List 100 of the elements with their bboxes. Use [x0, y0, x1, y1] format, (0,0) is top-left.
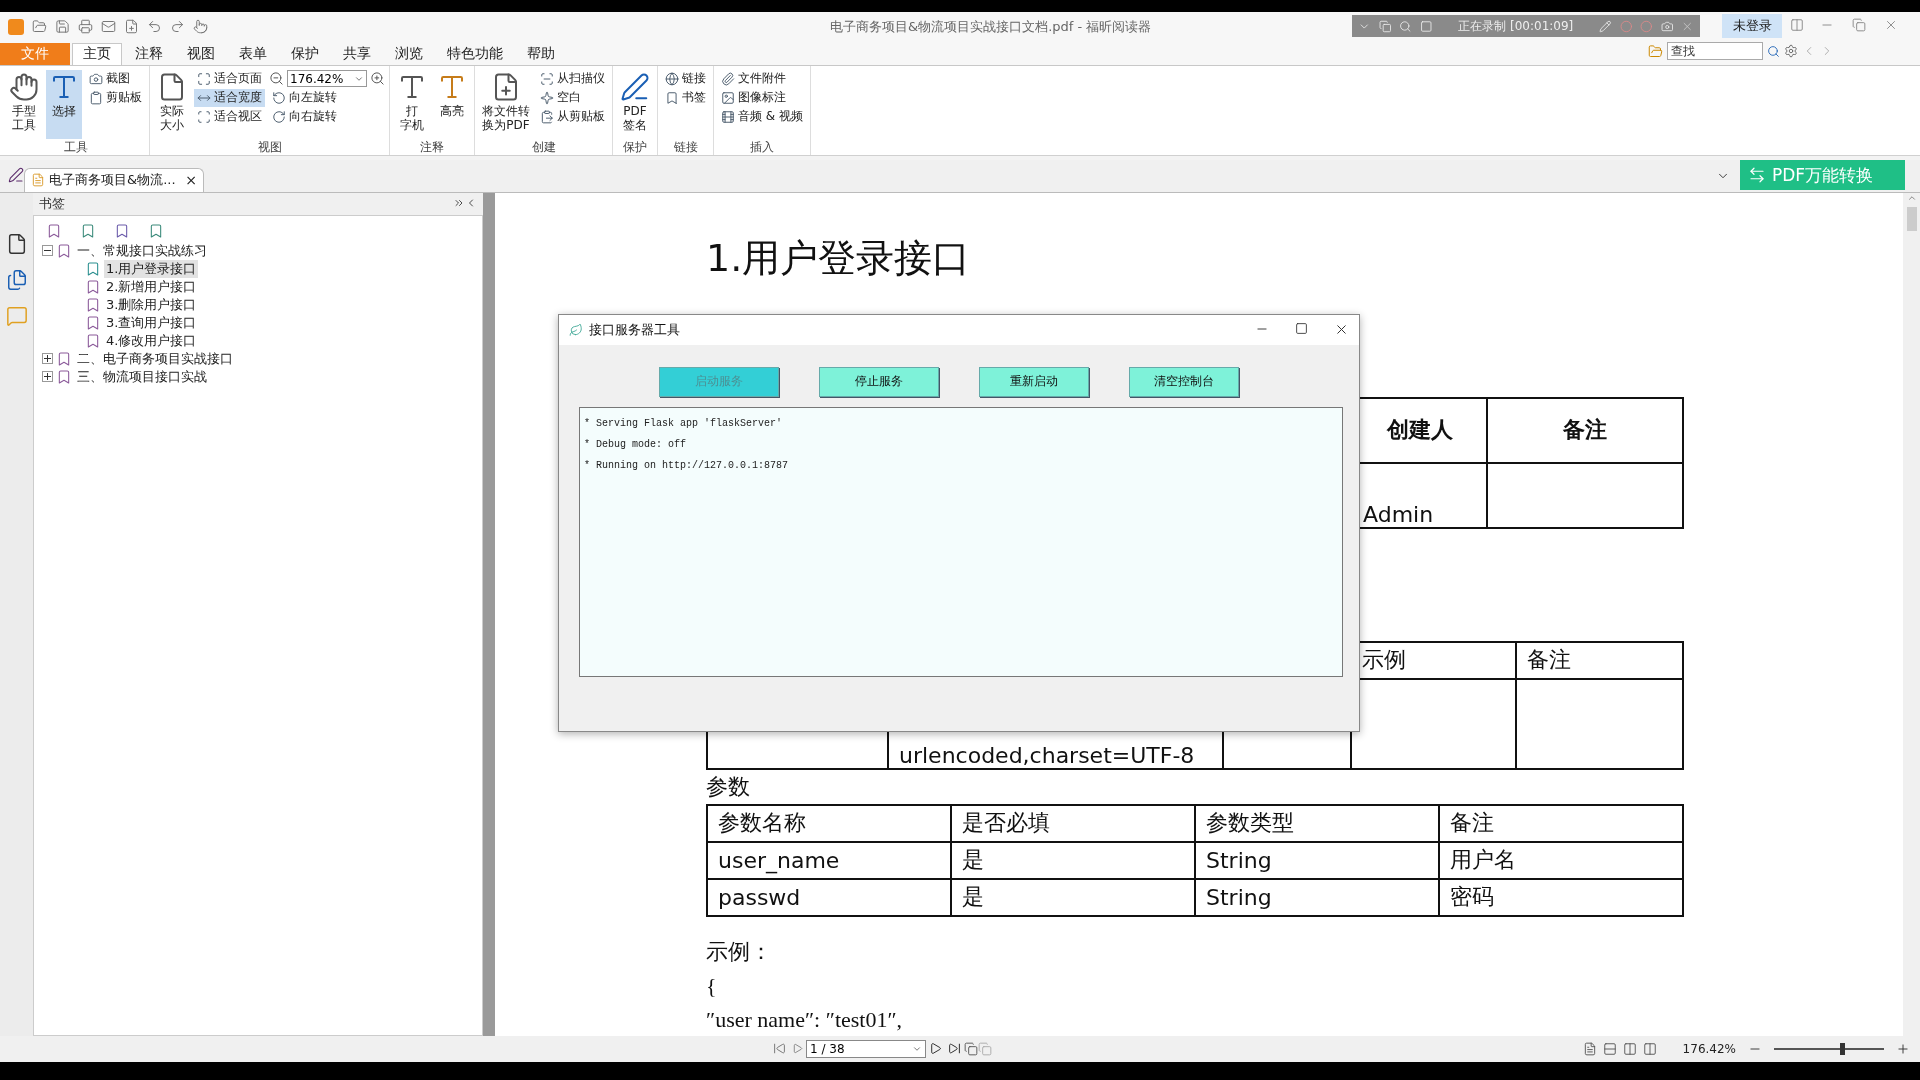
table-cell: 用户名 — [1439, 841, 1683, 879]
grid-icon[interactable] — [1790, 18, 1804, 32]
printer-icon[interactable] — [78, 19, 93, 35]
pen-icon[interactable] — [620, 71, 650, 102]
bookmark-delete-icon[interactable] — [46, 222, 62, 239]
login-button[interactable]: 未登录 — [1722, 14, 1782, 38]
table-cell: 是 — [951, 841, 1195, 879]
pencil-icon[interactable] — [1599, 19, 1612, 33]
app-icon[interactable] — [8, 167, 24, 184]
search-icon[interactable] — [1399, 19, 1412, 33]
dialog-button[interactable]: 重新启动 — [979, 366, 1089, 397]
tool-button[interactable]: 打 字机 — [394, 69, 430, 140]
undo-icon[interactable] — [147, 19, 162, 35]
ribbon-button[interactable]: 书签 — [662, 88, 709, 107]
menu-tab[interactable]: 视图 — [176, 42, 226, 65]
menu-tab[interactable]: 主页 — [72, 42, 122, 65]
zoom-in-icon[interactable] — [1896, 1041, 1910, 1056]
ribbon-button[interactable]: 空白 — [537, 88, 608, 107]
search-field[interactable]: 查找 — [1667, 42, 1763, 61]
ribbon-button[interactable]: 从剪贴板 — [537, 107, 608, 126]
zoom-in-icon[interactable] — [370, 71, 385, 87]
search-icon[interactable] — [1767, 44, 1780, 58]
bookmark-filter-icon[interactable] — [148, 222, 164, 239]
ribbon-button[interactable]: 适合页面 — [194, 69, 265, 88]
bookmark-item[interactable]: 二、电子商务项目实战接口 — [75, 349, 235, 368]
folder-icon[interactable] — [32, 19, 47, 35]
ribbon-button[interactable]: 链接 — [662, 69, 709, 88]
bookmark-item[interactable]: 一、常规接口实战练习 — [75, 241, 209, 260]
zoom-value[interactable]: 176.42% — [1682, 1041, 1736, 1056]
copy-icon[interactable] — [1378, 19, 1392, 33]
ribbon-button[interactable]: 剪贴板 — [86, 88, 145, 107]
continuous-icon[interactable] — [1602, 1041, 1617, 1056]
table-header: 备注 — [1439, 804, 1683, 842]
tool-button[interactable]: 高亮 — [434, 69, 470, 140]
folder-search-icon[interactable] — [1648, 43, 1663, 59]
leaf-icon — [569, 322, 583, 337]
ribbon-button[interactable]: 图像标注 — [718, 88, 806, 107]
group-label: 创建 — [531, 139, 556, 156]
bookmark-item[interactable]: 4.修改用户接口 — [104, 331, 199, 350]
bookmark-item[interactable]: 3.删除用户接口 — [104, 295, 199, 314]
bookmark-icon — [56, 242, 72, 259]
restore-icon[interactable] — [1852, 18, 1866, 32]
tool-button[interactable]: 手型 工具 — [6, 69, 42, 140]
scroll-thumb[interactable] — [1906, 206, 1917, 231]
bookmark-item[interactable]: 2.新增用户接口 — [104, 277, 199, 296]
zoom-out-icon[interactable] — [269, 71, 284, 87]
ribbon-button[interactable]: 适合视区 — [194, 107, 265, 126]
expand-toggle[interactable] — [42, 245, 53, 257]
hand-icon[interactable] — [9, 71, 39, 102]
camera-icon[interactable] — [1660, 19, 1674, 33]
bookmark-add-icon[interactable] — [80, 222, 96, 239]
single-page-icon[interactable] — [1582, 1041, 1597, 1056]
ribbon-button[interactable]: 截图 — [86, 69, 145, 88]
tool-button[interactable]: 实际 大小 — [154, 69, 190, 140]
app-logo[interactable] — [8, 18, 24, 35]
continuous-facing-icon[interactable] — [1642, 1041, 1657, 1056]
save-icon[interactable] — [55, 19, 70, 35]
ribbon-button[interactable]: 向右旋转 — [269, 107, 385, 126]
bookmark-item[interactable]: 1.用户登录接口 — [104, 259, 199, 278]
menu-tab[interactable]: 表单 — [228, 42, 278, 65]
ribbon-button[interactable]: 向左旋转 — [269, 88, 385, 107]
recording-status: 正在录制 [00:01:09] — [1458, 17, 1574, 35]
bookmark-icon — [85, 260, 101, 277]
bookmark-item[interactable]: 3.查询用户接口 — [104, 313, 199, 332]
tool-button[interactable]: 选择 — [46, 69, 82, 140]
facing-icon[interactable] — [1622, 1041, 1637, 1056]
redo-icon[interactable] — [170, 19, 185, 35]
pointer-icon[interactable] — [193, 19, 208, 35]
panel-title: 书签 — [39, 194, 65, 213]
tool-button[interactable]: PDF 签名 — [617, 69, 653, 140]
settings-icon[interactable] — [1784, 44, 1798, 59]
bookmark-item[interactable]: 三、物流项目接口实战 — [75, 367, 209, 386]
mail-icon[interactable] — [101, 19, 116, 35]
menu-tab[interactable]: 特色功能 — [436, 42, 514, 65]
dialog-button[interactable]: 清空控制台 — [1129, 366, 1239, 397]
file-plus-icon[interactable] — [124, 19, 139, 35]
expand-toggle[interactable] — [42, 353, 53, 365]
ribbon-button[interactable]: 从扫描仪 — [537, 69, 608, 88]
ribbon-button[interactable]: 适合宽度 — [194, 88, 265, 107]
menu-tab[interactable]: 保护 — [280, 42, 330, 65]
document-tab[interactable]: 电子商务项目&物流... × — [24, 167, 204, 192]
bookmark-move-icon[interactable] — [114, 222, 130, 239]
pages-icon[interactable] — [5, 268, 28, 291]
expand-toggle[interactable] — [42, 371, 53, 383]
square-icon[interactable] — [1419, 19, 1433, 33]
dialog-button[interactable]: 停止服务 — [819, 366, 939, 397]
menu-tab[interactable]: 帮助 — [516, 42, 566, 65]
ribbon-button[interactable]: 文件附件 — [718, 69, 806, 88]
menu-tab[interactable]: 浏览 — [384, 42, 434, 65]
menu-tab[interactable]: 注释 — [124, 42, 174, 65]
slider-thumb[interactable] — [1840, 1042, 1846, 1055]
menu-tab[interactable]: 共享 — [332, 42, 382, 65]
copy-icon[interactable] — [964, 1041, 978, 1056]
zoom-combo[interactable]: 176.42% — [287, 70, 367, 88]
maximize-icon[interactable] — [1295, 322, 1308, 336]
code-line: { — [706, 971, 718, 1000]
ribbon-button[interactable]: 音频 & 视频 — [718, 107, 806, 126]
close-button[interactable]: × — [185, 172, 197, 189]
tool-button[interactable]: 将文件转 换为PDF — [479, 69, 533, 140]
page-field[interactable]: 1 / 38 — [806, 1039, 926, 1058]
